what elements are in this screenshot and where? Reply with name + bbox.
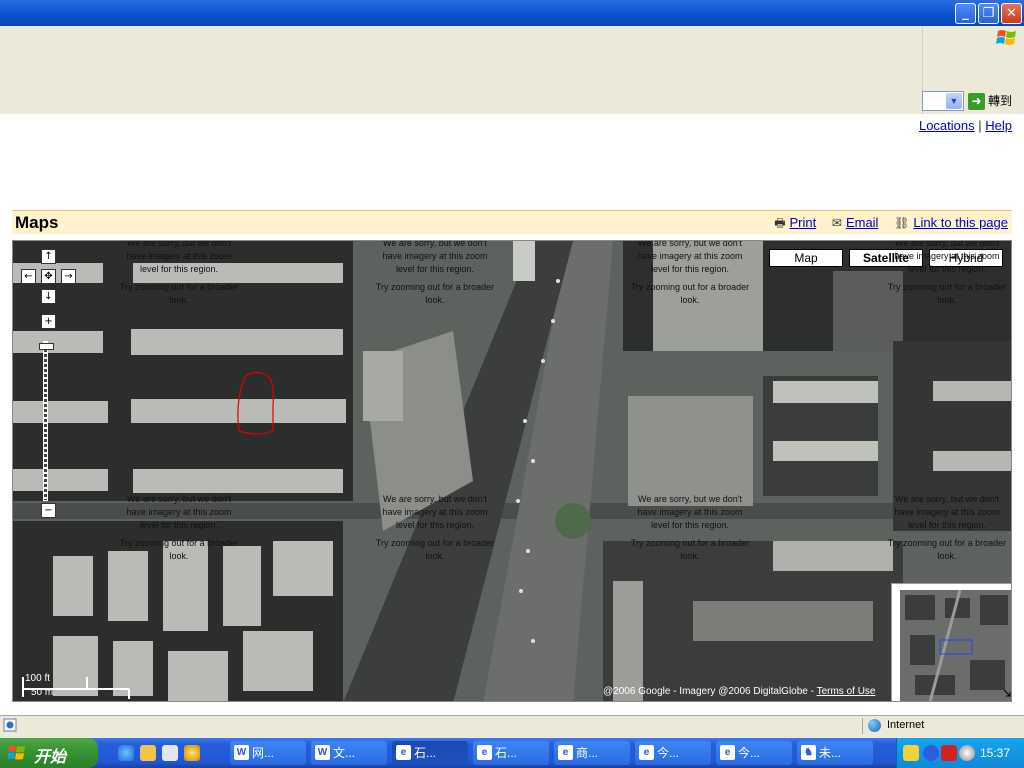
overview-map[interactable] xyxy=(891,583,1011,701)
globe-icon xyxy=(868,719,881,732)
word-icon: W xyxy=(234,745,249,760)
envelope-icon: ✉ xyxy=(831,216,842,230)
page-content: Locations | Help Maps 🖶 Print ✉ Email ⛓ Lin… xyxy=(0,114,1024,715)
media-quicklaunch-icon[interactable] xyxy=(184,745,200,761)
tray-app-icon[interactable] xyxy=(903,745,919,761)
pan-down-icon[interactable]: ↓ xyxy=(41,289,56,304)
no-imagery-message: We are sorry, but we don't have imagery … xyxy=(630,494,750,561)
zoom-out-icon[interactable]: − xyxy=(41,503,56,518)
go-arrow-icon: ➜ xyxy=(968,93,985,111)
minimize-button[interactable]: _ xyxy=(955,3,976,24)
chevron-down-icon[interactable]: ▼ xyxy=(946,93,962,109)
taskbar-item[interactable]: W 网... xyxy=(230,741,306,765)
tray-k-icon[interactable] xyxy=(941,745,957,761)
taskbar-item[interactable]: e 石... xyxy=(473,741,549,765)
ie-icon: e xyxy=(558,745,573,760)
pan-up-icon[interactable]: ↑ xyxy=(41,249,56,264)
title-bar: _ ❐ ✕ xyxy=(0,0,1024,26)
taskbar-item[interactable]: e 石... xyxy=(392,741,468,765)
page-title: Maps xyxy=(15,213,59,232)
word-icon: W xyxy=(315,745,330,760)
top-links: Locations | Help xyxy=(918,118,1012,133)
copyright: @2006 Google - Imagery @2006 DigitalGlob… xyxy=(603,686,876,697)
page-icon xyxy=(3,718,17,732)
taskbar-item[interactable]: W 文... xyxy=(311,741,387,765)
pan-right-icon[interactable]: → xyxy=(61,269,76,284)
close-button[interactable]: ✕ xyxy=(1001,3,1022,24)
map-type-map-button[interactable]: Map xyxy=(769,249,843,267)
app-icon: ♞ xyxy=(801,745,816,760)
tray-speaker-icon[interactable] xyxy=(959,745,975,761)
scale-bar: 100 ft 50 m xyxy=(21,673,133,698)
go-button[interactable]: ➜ 轉到 xyxy=(968,91,1022,111)
no-imagery-message: We are sorry, but we don't have imagery … xyxy=(887,240,1007,305)
start-label: 开始 xyxy=(34,749,67,766)
status-bar: Internet xyxy=(0,715,1024,735)
windows-logo-icon xyxy=(996,30,1016,45)
help-link[interactable]: Help xyxy=(985,118,1012,133)
overview-imagery xyxy=(900,590,1011,701)
maximize-button[interactable]: ❐ xyxy=(978,3,999,24)
browser-window: _ ❐ ✕ ▼ ➜ 轉到 Locations | Help Maps 🖶 Print… xyxy=(0,0,1024,768)
satellite-map[interactable]: Map Satellite Hybrid We are sorry, but w… xyxy=(12,240,1012,702)
pan-left-icon[interactable]: ← xyxy=(21,269,36,284)
taskbar-item[interactable]: e 商... xyxy=(554,741,630,765)
start-button[interactable]: 开始 xyxy=(0,738,98,768)
windows-logo-icon xyxy=(8,745,25,760)
no-imagery-message: We are sorry, but we don't have imagery … xyxy=(119,494,239,561)
no-imagery-message: We are sorry, but we don't have imagery … xyxy=(887,494,1007,561)
taskbar-item[interactable]: e 今... xyxy=(716,741,792,765)
tray-arrow-icon[interactable] xyxy=(923,745,939,761)
ie-icon: e xyxy=(720,745,735,760)
scale-feet: 100 ft xyxy=(25,673,51,684)
taskbar-item[interactable]: e 今... xyxy=(635,741,711,765)
app-quicklaunch-icon[interactable] xyxy=(162,745,178,761)
no-imagery-message: We are sorry, but we don't have imagery … xyxy=(630,240,750,305)
go-label: 轉到 xyxy=(988,94,1013,108)
locations-link[interactable]: Locations xyxy=(919,118,975,133)
terms-of-use-link[interactable]: Terms of Use xyxy=(817,686,876,697)
print-link[interactable]: Print xyxy=(790,215,817,230)
app-quicklaunch-icon[interactable] xyxy=(140,745,156,761)
ie-quicklaunch-icon[interactable] xyxy=(118,745,134,761)
status-separator xyxy=(862,718,863,734)
no-imagery-message: We are sorry, but we don't have imagery … xyxy=(375,494,495,561)
zoom-slider-thumb[interactable] xyxy=(39,343,54,350)
no-imagery-message: We are sorry, but we don't have imagery … xyxy=(375,240,495,305)
chain-link-icon: ⛓ xyxy=(894,216,910,230)
link-to-page[interactable]: Link to this page xyxy=(913,215,1008,230)
taskbar-item[interactable]: ♞ 未... xyxy=(797,741,873,765)
security-zone: Internet xyxy=(887,719,925,731)
zoom-in-icon[interactable]: + xyxy=(41,314,56,329)
maps-header-bar: Maps 🖶 Print ✉ Email ⛓ Link to this page xyxy=(12,210,1012,234)
taskbar: 开始 W 网... W 文... e 石... e 石... e 商... e 今... e… xyxy=(0,738,1024,768)
ie-icon: e xyxy=(477,745,492,760)
no-imagery-message: We are sorry, but we don't have imagery … xyxy=(119,240,239,305)
address-dropdown[interactable]: ▼ xyxy=(922,91,964,111)
zoom-slider-track[interactable] xyxy=(43,341,48,501)
scale-meters: 50 m xyxy=(31,687,54,698)
map-actions: 🖶 Print ✉ Email ⛓ Link to this page xyxy=(774,214,1008,235)
ie-icon: e xyxy=(639,745,654,760)
printer-icon: 🖶 xyxy=(774,216,786,230)
clock: 15:37 xyxy=(980,746,1011,760)
ie-icon: e xyxy=(396,745,411,760)
email-link[interactable]: Email xyxy=(846,215,879,230)
pan-center-icon[interactable]: ✥ xyxy=(41,269,56,284)
